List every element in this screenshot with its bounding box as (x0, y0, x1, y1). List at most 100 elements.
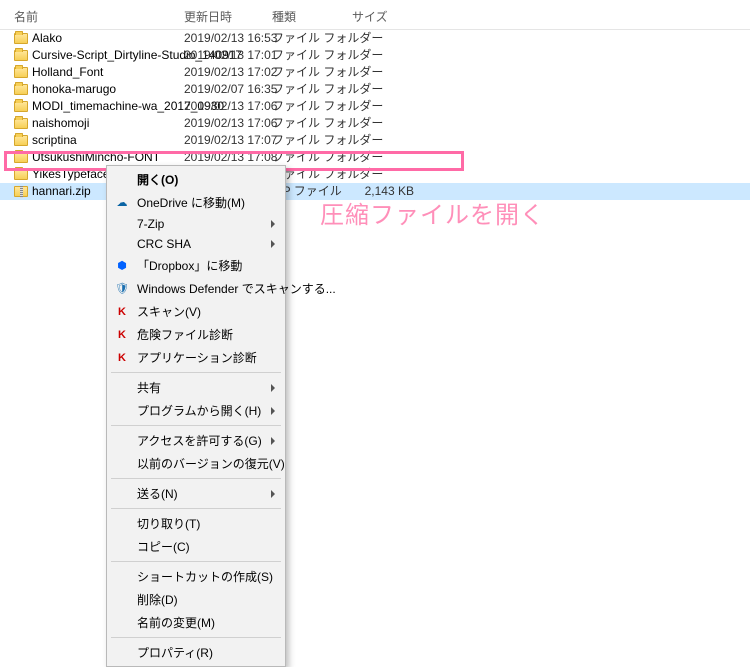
menu-item-label: 切り取り(T) (137, 515, 200, 532)
shield-icon: 🛡 (115, 282, 129, 296)
menu-item-label: Windows Defender でスキャンする... (137, 280, 336, 297)
menu-item[interactable]: アクセスを許可する(G) (109, 429, 283, 452)
file-row[interactable]: MODI_timemachine-wa_2017_09302019/02/13 … (0, 98, 750, 115)
col-size[interactable]: サイズ (352, 6, 422, 27)
menu-item-label: 7-Zip (137, 217, 164, 231)
folder-icon (14, 169, 28, 180)
menu-item-label: 開く(O) (137, 171, 178, 188)
file-date: 2019/02/13 17:01 (184, 48, 272, 63)
menu-item-label: アプリケーション診断 (137, 349, 257, 366)
folder-icon (14, 33, 28, 44)
file-date: 2019/02/13 16:53 (184, 31, 272, 46)
file-date: 2019/02/07 16:35 (184, 82, 272, 97)
menu-item[interactable]: ショートカットの作成(S) (109, 565, 283, 588)
folder-icon (14, 84, 28, 95)
file-type: ファイル フォルダー (272, 150, 352, 165)
menu-item-label: スキャン(V) (137, 303, 201, 320)
file-name: Holland_Font (32, 65, 103, 80)
file-name: hannari.zip (32, 184, 91, 199)
menu-item[interactable]: K アプリケーション診断 (109, 346, 283, 369)
menu-separator (111, 637, 281, 638)
col-type[interactable]: 種類 (272, 6, 352, 27)
menu-item[interactable]: 名前の変更(M) (109, 611, 283, 634)
menu-separator (111, 425, 281, 426)
menu-item[interactable]: CRC SHA (109, 234, 283, 254)
menu-item[interactable]: K スキャン(V) (109, 300, 283, 323)
menu-item-label: CRC SHA (137, 237, 191, 251)
col-date[interactable]: 更新日時 (184, 6, 272, 27)
menu-item[interactable]: 削除(D) (109, 588, 283, 611)
file-type: ファイル フォルダー (272, 65, 352, 80)
file-row[interactable]: naishomoji 2019/02/13 17:06ファイル フォルダー (0, 115, 750, 132)
file-type: ファイル フォルダー (272, 48, 352, 63)
menu-item-label: ショートカットの作成(S) (137, 568, 273, 585)
context-menu: 開く(O) ☁ OneDrive に移動(M) 7-Zip CRC SHA ⬢ 「Dropb… (106, 165, 286, 667)
menu-item[interactable]: 以前のバージョンの復元(V) (109, 452, 283, 475)
folder-icon (14, 118, 28, 129)
folder-icon (14, 50, 28, 61)
file-row[interactable]: Cursive-Script_Dirtyline-Studio_14091720… (0, 47, 750, 64)
menu-separator (111, 561, 281, 562)
file-type: ファイル フォルダー (272, 31, 352, 46)
file-type: ファイル フォルダー (272, 116, 352, 131)
menu-item-label: コピー(C) (137, 538, 190, 555)
k-icon: K (115, 328, 129, 342)
file-date: 2019/02/13 17:06 (184, 99, 272, 114)
file-type: ファイル フォルダー (272, 99, 352, 114)
menu-item[interactable]: 🛡Windows Defender でスキャンする... (109, 277, 283, 300)
folder-icon (14, 101, 28, 112)
menu-item[interactable]: 開く(O) (109, 168, 283, 191)
file-name: naishomoji (32, 116, 89, 131)
menu-item-label: アクセスを許可する(G) (137, 432, 262, 449)
menu-item[interactable]: プログラムから開く(H) (109, 399, 283, 422)
file-name: Alako (32, 31, 62, 46)
file-name: scriptina (32, 133, 77, 148)
menu-item[interactable]: ⬢ 「Dropbox」に移動 (109, 254, 283, 277)
file-row[interactable]: scriptina 2019/02/13 17:07ファイル フォルダー (0, 132, 750, 149)
menu-item[interactable]: 共有 (109, 376, 283, 399)
menu-item-label: 名前の変更(M) (137, 614, 215, 631)
zip-icon (14, 186, 28, 197)
menu-item-label: 以前のバージョンの復元(V) (137, 455, 285, 472)
file-date: 2019/02/13 17:06 (184, 116, 272, 131)
annotation-label: 圧縮ファイルを開く (320, 195, 545, 230)
col-name[interactable]: 名前 (14, 6, 184, 27)
file-row[interactable]: Holland_Font 2019/02/13 17:02ファイル フォルダー (0, 64, 750, 81)
menu-item-label: 「Dropbox」に移動 (137, 257, 242, 274)
file-row[interactable]: honoka-marugo 2019/02/07 16:35ファイル フォルダー (0, 81, 750, 98)
file-type: ファイル フォルダー (272, 82, 352, 97)
menu-item[interactable]: コピー(C) (109, 535, 283, 558)
file-date: 2019/02/13 17:02 (184, 65, 272, 80)
menu-item[interactable]: 7-Zip (109, 214, 283, 234)
menu-separator (111, 508, 281, 509)
menu-item-label: 共有 (137, 379, 161, 396)
menu-item-label: 削除(D) (137, 591, 178, 608)
folder-icon (14, 67, 28, 78)
file-date: 2019/02/13 17:07 (184, 133, 272, 148)
menu-item[interactable]: K 危険ファイル診断 (109, 323, 283, 346)
file-row[interactable]: UtsukushiMincho-FONT 2019/02/13 17:08ファイル… (0, 149, 750, 166)
file-type: ファイル フォルダー (272, 133, 352, 148)
menu-separator (111, 478, 281, 479)
file-name: honoka-marugo (32, 82, 116, 97)
column-header-row: 名前 更新日時 種類 サイズ (0, 4, 750, 30)
menu-item-label: プログラムから開く(H) (137, 402, 261, 419)
k-icon: K (115, 351, 129, 365)
file-name: UtsukushiMincho-FONT (32, 150, 160, 165)
menu-item-label: 送る(N) (137, 485, 178, 502)
cloud-icon: ☁ (115, 196, 129, 210)
file-date: 2019/02/13 17:08 (184, 150, 272, 165)
k-icon: K (115, 305, 129, 319)
folder-icon (14, 135, 28, 146)
menu-item[interactable]: プロパティ(R) (109, 641, 283, 664)
menu-item[interactable]: ☁ OneDrive に移動(M) (109, 191, 283, 214)
menu-item-label: プロパティ(R) (137, 644, 213, 661)
folder-icon (14, 152, 28, 163)
menu-item[interactable]: 切り取り(T) (109, 512, 283, 535)
menu-item[interactable]: 送る(N) (109, 482, 283, 505)
menu-item-label: OneDrive に移動(M) (137, 194, 245, 211)
file-row[interactable]: Alako 2019/02/13 16:53ファイル フォルダー (0, 30, 750, 47)
menu-item-label: 危険ファイル診断 (137, 326, 233, 343)
menu-separator (111, 372, 281, 373)
dropbox-icon: ⬢ (115, 259, 129, 273)
